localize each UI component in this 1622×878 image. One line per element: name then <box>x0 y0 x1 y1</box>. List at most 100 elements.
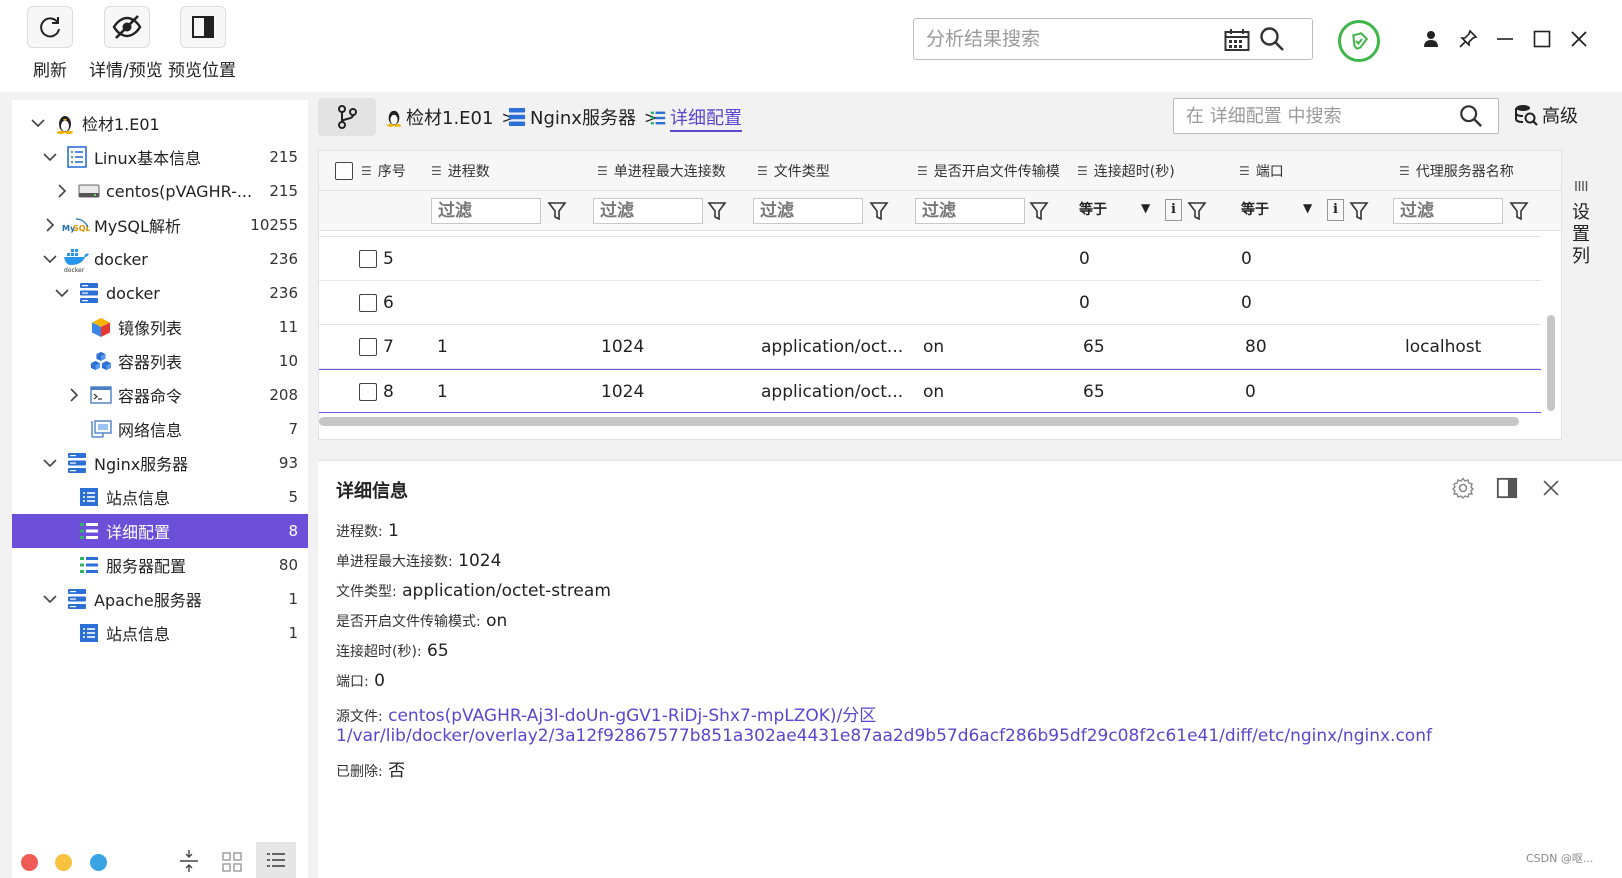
detail-settings-button[interactable] <box>1450 475 1476 501</box>
collapse-expand-button[interactable] <box>178 848 200 874</box>
grid-view-button[interactable] <box>222 852 242 872</box>
list-view-button[interactable] <box>256 842 296 878</box>
row-checkbox[interactable] <box>359 383 377 401</box>
tree-item-linux-info[interactable]: Linux基本信息 215 <box>12 140 308 174</box>
chevron-down-icon[interactable] <box>42 251 58 267</box>
column-header-sendfile[interactable]: ☰ 是否开启文件传输模 <box>917 151 1067 191</box>
filter-icon[interactable] <box>869 200 889 222</box>
breadcrumb-current[interactable]: 详细配置 <box>650 104 742 132</box>
tree-item-server-config[interactable]: 服务器配置 80 <box>12 548 308 582</box>
table-row[interactable]: 7 1 1024 application/oct... on 65 80 loc… <box>319 325 1541 369</box>
tree-item-container-commands[interactable]: 容器命令 208 <box>12 378 308 412</box>
search-icon[interactable] <box>1259 26 1285 52</box>
info-icon[interactable]: i <box>1327 199 1344 221</box>
column-header-id[interactable]: ☰ 序号 <box>361 151 431 191</box>
tree-item-apache-site-info[interactable]: 站点信息 1 <box>12 616 308 650</box>
tree-item-network-info[interactable]: 网络信息 7 <box>12 412 308 446</box>
column-menu-icon[interactable]: ☰ <box>917 164 928 178</box>
calendar-icon[interactable] <box>1224 28 1250 52</box>
details-preview-button[interactable] <box>104 6 150 48</box>
source-file-link[interactable]: 1/var/lib/docker/overlay2/3a12f92867577b… <box>336 726 1432 746</box>
filter-input-processes[interactable]: 过滤 <box>431 198 541 224</box>
timeout-operator-select[interactable]: 等于 <box>1079 199 1107 219</box>
source-file-link[interactable]: centos(pVAGHR-Aj3l-doUn-gGV1-RiDj-Shx7-m… <box>388 706 876 726</box>
search-icon[interactable] <box>1459 104 1483 128</box>
tree-item-docker-sub[interactable]: docker 236 <box>12 276 308 310</box>
dropdown-arrow-icon[interactable]: ▼ <box>1303 201 1312 215</box>
chevron-down-icon[interactable] <box>54 285 70 301</box>
column-header-file-type[interactable]: ☰ 文件类型 <box>757 151 907 191</box>
tree-item-apache[interactable]: Apache服务器 1 <box>12 582 308 616</box>
branch-button[interactable] <box>318 98 376 136</box>
breadcrumb-root[interactable]: 检材1.E01 > <box>386 104 515 130</box>
red-dot-icon[interactable] <box>21 854 38 871</box>
column-menu-icon[interactable]: ☰ <box>361 164 372 178</box>
horizontal-scrollbar[interactable] <box>319 417 1519 426</box>
breadcrumb-nginx[interactable]: Nginx服务器 > <box>508 104 657 130</box>
minimize-button[interactable] <box>1490 24 1520 54</box>
filter-icon[interactable] <box>1029 200 1049 222</box>
column-menu-icon[interactable]: ☰ <box>1399 164 1410 178</box>
tree-item-detail-config[interactable]: 详细配置 8 <box>12 514 308 548</box>
column-menu-icon[interactable]: ☰ <box>1239 164 1250 178</box>
filter-icon[interactable] <box>1349 200 1369 222</box>
column-menu-icon[interactable]: ☰ <box>597 164 608 178</box>
filter-input-proxy[interactable]: 过滤 <box>1393 198 1503 224</box>
table-row[interactable]: 5 0 0 <box>319 237 1541 281</box>
close-window-button[interactable] <box>1564 24 1594 54</box>
preview-position-button[interactable] <box>180 6 226 48</box>
column-header-timeout[interactable]: ☰ 连接超时(秒) <box>1077 151 1227 191</box>
detail-layout-button[interactable] <box>1494 475 1520 501</box>
column-header-max-connections[interactable]: ☰ 单进程最大连接数 <box>597 151 747 191</box>
tree-item-evidence-root[interactable]: 检材1.E01 <box>12 106 308 140</box>
advanced-search-button[interactable]: 高级 <box>1514 102 1578 128</box>
user-button[interactable] <box>1416 24 1446 54</box>
set-columns-button[interactable]: 设 置 列 <box>1566 150 1622 440</box>
row-checkbox[interactable] <box>359 338 377 356</box>
filter-icon[interactable] <box>1509 200 1529 222</box>
column-menu-icon[interactable]: ☰ <box>757 164 768 178</box>
status-shield-badge[interactable] <box>1338 20 1380 62</box>
pin-button[interactable] <box>1453 24 1483 54</box>
filter-icon[interactable] <box>707 200 727 222</box>
filter-icon[interactable] <box>1187 200 1207 222</box>
maximize-button[interactable] <box>1527 24 1557 54</box>
select-all-checkbox[interactable] <box>335 162 353 180</box>
table-row-selected[interactable]: 8 1 1024 application/oct... on 65 0 <box>319 369 1541 413</box>
tree-item-docker[interactable]: docker docker 236 <box>12 242 308 276</box>
chevron-right-icon[interactable] <box>42 217 58 233</box>
tree-item-site-info[interactable]: 站点信息 5 <box>12 480 308 514</box>
chevron-right-icon[interactable] <box>66 387 82 403</box>
column-header-port[interactable]: ☰ 端口 <box>1239 151 1389 191</box>
vertical-scrollbar[interactable] <box>1547 315 1555 411</box>
analysis-search-input[interactable] <box>926 25 1216 53</box>
tree-item-container-list[interactable]: 容器列表 10 <box>12 344 308 378</box>
column-menu-icon[interactable]: ☰ <box>1077 164 1088 178</box>
tree-item-centos[interactable]: centos(pVAGHR-... 215 <box>12 174 308 208</box>
column-header-processes[interactable]: ☰ 进程数 <box>431 151 581 191</box>
column-menu-icon[interactable]: ☰ <box>431 164 442 178</box>
filter-icon[interactable] <box>547 200 567 222</box>
filter-input-sendfile[interactable]: 过滤 <box>915 198 1025 224</box>
info-icon[interactable]: i <box>1165 199 1182 221</box>
column-header-proxy[interactable]: ☰ 代理服务器名称 <box>1399 151 1549 191</box>
port-operator-select[interactable]: 等于 <box>1241 199 1269 219</box>
chevron-down-icon[interactable] <box>42 455 58 471</box>
filter-input-file-type[interactable]: 过滤 <box>753 198 863 224</box>
chevron-down-icon[interactable] <box>30 115 46 131</box>
table-row[interactable]: 6 0 0 <box>319 281 1541 325</box>
blue-dot-icon[interactable] <box>90 854 107 871</box>
row-checkbox[interactable] <box>359 250 377 268</box>
filter-input-max-connections[interactable]: 过滤 <box>593 198 703 224</box>
chevron-down-icon[interactable] <box>42 149 58 165</box>
row-checkbox[interactable] <box>359 294 377 312</box>
tree-item-nginx[interactable]: Nginx服务器 93 <box>12 446 308 480</box>
tree-item-image-list[interactable]: 镜像列表 11 <box>12 310 308 344</box>
dropdown-arrow-icon[interactable]: ▼ <box>1141 201 1150 215</box>
detail-close-button[interactable] <box>1538 475 1564 501</box>
chevron-down-icon[interactable] <box>42 591 58 607</box>
refresh-button[interactable] <box>27 6 73 48</box>
table-search-input[interactable] <box>1186 103 1446 129</box>
chevron-right-icon[interactable] <box>54 183 70 199</box>
tree-item-mysql[interactable]: My SQL MySQL解析 10255 <box>12 208 308 242</box>
